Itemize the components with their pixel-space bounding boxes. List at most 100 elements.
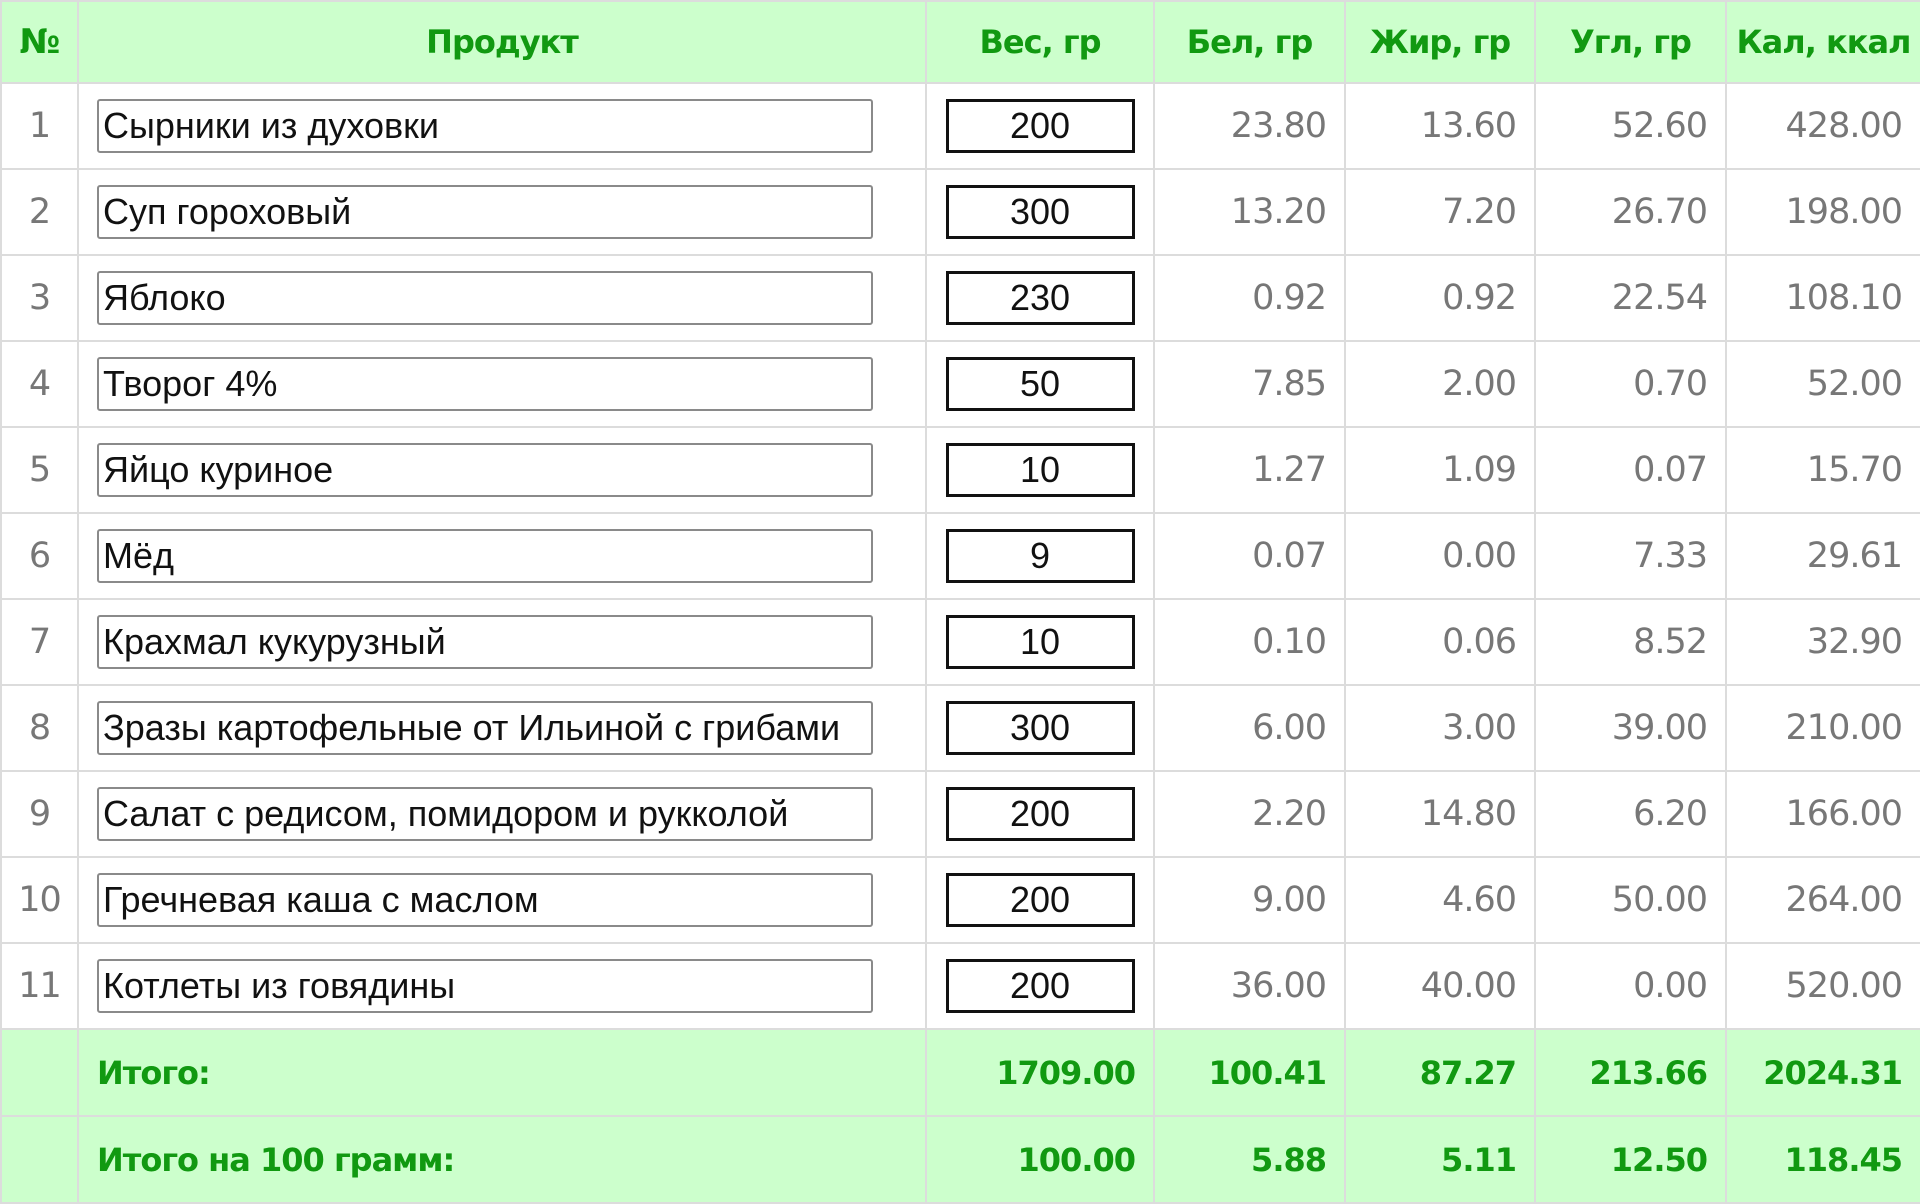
protein-value: 7.85 [1153,340,1346,428]
per100-carbs: 12.50 [1534,1115,1727,1204]
protein-value: 0.92 [1153,254,1346,342]
carbs-value: 0.07 [1534,426,1727,514]
calories-value: 166.00 [1725,770,1920,858]
fat-value: 1.09 [1344,426,1536,514]
product-name-input[interactable] [97,615,873,669]
weight-input[interactable] [945,185,1135,239]
protein-value: 0.07 [1153,512,1346,600]
protein-value: 6.00 [1153,684,1346,772]
calories-value: 428.00 [1725,82,1920,170]
per100-protein: 5.88 [1153,1115,1346,1204]
fat-value: 0.92 [1344,254,1536,342]
header-calories: Кал, ккал [1725,0,1920,84]
carbs-value: 0.70 [1534,340,1727,428]
weight-input[interactable] [945,701,1135,755]
product-name-cell [77,168,927,256]
calories-value: 210.00 [1725,684,1920,772]
product-name-cell [77,942,927,1030]
table-row: 2 13.20 7.20 26.70 198.00 [0,168,1920,256]
header-fat: Жир, гр [1344,0,1536,84]
weight-input[interactable] [945,357,1135,411]
per100-row: Итого на 100 грамм: 100.00 5.88 5.11 12.… [0,1115,1920,1204]
fat-value: 14.80 [1344,770,1536,858]
weight-cell [925,512,1155,600]
fat-value: 7.20 [1344,168,1536,256]
calories-value: 52.00 [1725,340,1920,428]
weight-cell [925,770,1155,858]
header-weight: Вес, гр [925,0,1155,84]
row-number: 3 [0,254,79,342]
per100-weight: 100.00 [925,1115,1155,1204]
table-row: 7 0.10 0.06 8.52 32.90 [0,598,1920,686]
table-row: 3 0.92 0.92 22.54 108.10 [0,254,1920,342]
product-name-input[interactable] [97,959,873,1013]
product-name-input[interactable] [97,185,873,239]
table-row: 6 0.07 0.00 7.33 29.61 [0,512,1920,600]
weight-input[interactable] [945,959,1135,1013]
product-name-input[interactable] [97,787,873,841]
row-number: 1 [0,82,79,170]
row-number: 8 [0,684,79,772]
fat-value: 0.00 [1344,512,1536,600]
totals-carbs: 213.66 [1534,1028,1727,1117]
row-number: 11 [0,942,79,1030]
totals-protein: 100.41 [1153,1028,1346,1117]
weight-cell [925,684,1155,772]
protein-value: 13.20 [1153,168,1346,256]
protein-value: 36.00 [1153,942,1346,1030]
table-row: 4 7.85 2.00 0.70 52.00 [0,340,1920,428]
calories-value: 198.00 [1725,168,1920,256]
weight-cell [925,856,1155,944]
fat-value: 3.00 [1344,684,1536,772]
weight-cell [925,168,1155,256]
per100-label: Итого на 100 грамм: [77,1115,927,1204]
product-name-input[interactable] [97,443,873,497]
totals-row: Итого: 1709.00 100.41 87.27 213.66 2024.… [0,1028,1920,1117]
fat-value: 0.06 [1344,598,1536,686]
product-name-cell [77,512,927,600]
carbs-value: 52.60 [1534,82,1727,170]
weight-input[interactable] [945,99,1135,153]
protein-value: 0.10 [1153,598,1346,686]
table-row: 10 9.00 4.60 50.00 264.00 [0,856,1920,944]
carbs-value: 6.20 [1534,770,1727,858]
carbs-value: 26.70 [1534,168,1727,256]
row-number: 10 [0,856,79,944]
product-name-input[interactable] [97,701,873,755]
per100-empty-cell [0,1115,79,1204]
calories-value: 108.10 [1725,254,1920,342]
weight-cell [925,426,1155,514]
product-name-cell [77,684,927,772]
table-header-row: № Продукт Вес, гр Бел, гр Жир, гр Угл, г… [0,0,1920,84]
product-name-cell [77,856,927,944]
product-name-input[interactable] [97,873,873,927]
weight-input[interactable] [945,787,1135,841]
weight-cell [925,598,1155,686]
carbs-value: 22.54 [1534,254,1727,342]
product-name-cell [77,254,927,342]
table-row: 9 2.20 14.80 6.20 166.00 [0,770,1920,858]
weight-cell [925,254,1155,342]
protein-value: 1.27 [1153,426,1346,514]
weight-input[interactable] [945,443,1135,497]
weight-input[interactable] [945,529,1135,583]
product-name-input[interactable] [97,271,873,325]
product-name-input[interactable] [97,99,873,153]
header-product: Продукт [77,0,927,84]
product-name-input[interactable] [97,529,873,583]
weight-input[interactable] [945,873,1135,927]
row-number: 7 [0,598,79,686]
weight-cell [925,82,1155,170]
weight-input[interactable] [945,271,1135,325]
product-name-input[interactable] [97,357,873,411]
protein-value: 9.00 [1153,856,1346,944]
totals-calories: 2024.31 [1725,1028,1920,1117]
weight-input[interactable] [945,615,1135,669]
carbs-value: 7.33 [1534,512,1727,600]
product-name-cell [77,82,927,170]
totals-fat: 87.27 [1344,1028,1536,1117]
fat-value: 4.60 [1344,856,1536,944]
row-number: 5 [0,426,79,514]
table-row: 1 23.80 13.60 52.60 428.00 [0,82,1920,170]
row-number: 6 [0,512,79,600]
